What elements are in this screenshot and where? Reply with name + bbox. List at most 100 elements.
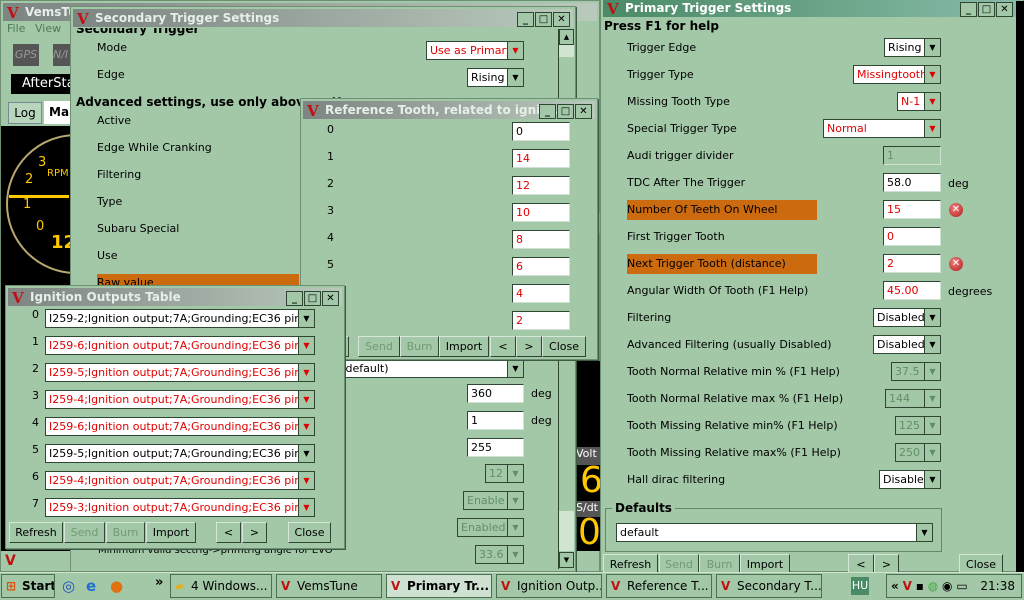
- button-next[interactable]: >: [242, 522, 267, 543]
- gauge-tick: 0: [36, 219, 45, 234]
- angle-input-1[interactable]: 360: [467, 384, 524, 403]
- monitor-icon[interactable]: ▭: [956, 579, 967, 593]
- button-close[interactable]: Close: [542, 336, 586, 357]
- gauge-tick: 2: [25, 172, 34, 187]
- button-prev[interactable]: <: [490, 336, 516, 357]
- ie-icon[interactable]: e: [86, 577, 96, 595]
- button-refresh[interactable]: Refresh: [9, 522, 63, 543]
- maximize-button[interactable]: □: [557, 104, 574, 119]
- setting-input[interactable]: 15: [883, 200, 941, 219]
- taskbar-item[interactable]: V Ignition Outp...: [496, 574, 602, 598]
- setting-input[interactable]: 2: [883, 254, 941, 273]
- setting-select[interactable]: Rising ▼: [884, 38, 941, 57]
- scrollbar-thumb[interactable]: [559, 511, 574, 551]
- reference-tooth-input[interactable]: 2: [512, 311, 570, 330]
- gps-button[interactable]: GPS: [13, 44, 39, 66]
- setting-input[interactable]: 45.00: [883, 281, 941, 300]
- reference-tooth-input[interactable]: 0: [512, 122, 570, 141]
- ignition-output-select[interactable]: I259-4;Ignition output;7A;Grounding;EC36…: [45, 390, 315, 409]
- maximize-button[interactable]: □: [535, 12, 552, 27]
- ignition-output-select[interactable]: I259-5;Ignition output;7A;Grounding;EC36…: [45, 363, 315, 382]
- setting-input[interactable]: 58.0: [883, 173, 941, 192]
- close-button[interactable]: ✕: [575, 104, 592, 119]
- setting-label: Angular Width Of Tooth (F1 Help): [627, 284, 809, 297]
- error-icon[interactable]: ✕: [949, 257, 963, 271]
- browser-icon[interactable]: ◎: [62, 577, 75, 595]
- minimize-button[interactable]: _: [539, 104, 556, 119]
- chevron-down-icon: ▼: [507, 492, 523, 509]
- language-indicator[interactable]: HU: [851, 577, 869, 595]
- close-button[interactable]: ✕: [322, 291, 339, 306]
- button-prev[interactable]: <: [216, 522, 241, 543]
- scrollbar-thumb[interactable]: [559, 45, 574, 57]
- setting-select[interactable]: Disable ▼: [879, 470, 941, 489]
- reference-tooth-input[interactable]: 8: [512, 230, 570, 249]
- error-icon[interactable]: ✕: [949, 203, 963, 217]
- scroll-up-icon[interactable]: ▲: [559, 29, 574, 45]
- maximize-button[interactable]: □: [304, 291, 321, 306]
- reference-tooth-input[interactable]: 10: [512, 203, 570, 222]
- ignition-output-select[interactable]: I259-6;Ignition output;7A;Grounding;EC36…: [45, 336, 315, 355]
- value-input[interactable]: 255: [467, 438, 524, 457]
- setting-select[interactable]: Disabled ▼: [873, 335, 941, 354]
- setting-select[interactable]: Missingtooth ▼: [853, 65, 941, 84]
- minimize-button[interactable]: _: [286, 291, 303, 306]
- reference-tooth-input[interactable]: 6: [512, 257, 570, 276]
- setting-select[interactable]: N-1 ▼: [897, 92, 941, 111]
- close-button[interactable]: ✕: [996, 2, 1013, 17]
- tray-expand-icon[interactable]: «: [891, 579, 899, 593]
- setting-select: 125 ▼: [895, 416, 941, 435]
- mode-label: Mode: [97, 41, 127, 54]
- setting-input[interactable]: 0: [883, 227, 941, 246]
- button-send[interactable]: Send: [64, 522, 105, 543]
- button-import[interactable]: Import: [146, 522, 196, 543]
- firefox-icon[interactable]: ●: [110, 577, 123, 595]
- vems-tray-icon[interactable]: V: [903, 579, 912, 593]
- reference-tooth-input[interactable]: 14: [512, 149, 570, 168]
- reference-tooth-input[interactable]: 12: [512, 176, 570, 195]
- ignition-output-select[interactable]: I259-3;Ignition output;7A;Grounding;EC36…: [45, 498, 315, 517]
- defaults-select[interactable]: default ▼: [616, 523, 933, 542]
- taskbar-item[interactable]: V Primary Tr...: [386, 574, 492, 598]
- angle-input-2[interactable]: 1: [467, 411, 524, 430]
- taskbar-item[interactable]: V VemsTune: [276, 574, 382, 598]
- scroll-down-icon[interactable]: ▼: [559, 552, 574, 568]
- menu-file[interactable]: File: [7, 22, 25, 35]
- button-import[interactable]: Import: [439, 336, 489, 357]
- menu-view[interactable]: View: [35, 22, 61, 35]
- quicklaunch-more-icon[interactable]: »: [155, 575, 163, 590]
- close-button[interactable]: ✕: [553, 12, 570, 27]
- rpm-gauge: RPM 3 2 1 0 12: [1, 126, 73, 286]
- task-group[interactable]: ▰ 4 Windows...: [170, 574, 272, 598]
- volume-icon[interactable]: ◉: [942, 579, 952, 593]
- setting-select[interactable]: Disabled ▼: [873, 308, 941, 327]
- edge-select[interactable]: Rising ▼: [467, 68, 524, 87]
- button-send[interactable]: Send: [358, 336, 400, 357]
- start-button[interactable]: ⊞ Start: [1, 574, 55, 598]
- row-index: 0: [327, 123, 334, 136]
- button-close[interactable]: Close: [288, 522, 331, 543]
- row-index: 3: [327, 204, 334, 217]
- ignition-output-select[interactable]: I259-5;Ignition output;7A;Grounding;EC36…: [45, 444, 315, 463]
- gauge-tick: 3: [38, 155, 47, 170]
- button-burn[interactable]: Burn: [106, 522, 145, 543]
- ignition-output-select[interactable]: I259-6;Ignition output;7A;Grounding;EC36…: [45, 417, 315, 436]
- reference-tooth-input[interactable]: 4: [512, 284, 570, 303]
- network-icon[interactable]: ▪: [916, 579, 924, 593]
- taskbar-item[interactable]: V Secondary T...: [716, 574, 822, 598]
- minimize-button[interactable]: _: [960, 2, 977, 17]
- button-next[interactable]: >: [516, 336, 542, 357]
- mode-select[interactable]: Use as Primary ▼: [426, 41, 524, 60]
- ignition-output-select[interactable]: I259-4;Ignition output;7A;Grounding;EC36…: [45, 471, 315, 490]
- select-value: 12: [489, 467, 503, 480]
- sync-icon[interactable]: ◍: [928, 579, 938, 593]
- tab-log[interactable]: Log: [8, 102, 42, 124]
- taskbar-item[interactable]: V Reference T...: [606, 574, 712, 598]
- setting-select[interactable]: Normal ▼: [823, 119, 941, 138]
- title-bar: V Secondary Trigger Settings _ □ ✕: [73, 9, 573, 27]
- minimize-button[interactable]: _: [517, 12, 534, 27]
- ignition-output-select[interactable]: I259-2;Ignition output;7A;Grounding;EC36…: [45, 309, 315, 328]
- maximize-button[interactable]: □: [978, 2, 995, 17]
- button-burn[interactable]: Burn: [400, 336, 439, 357]
- title-bar: V Primary Trigger Settings _ □ ✕: [603, 0, 1021, 17]
